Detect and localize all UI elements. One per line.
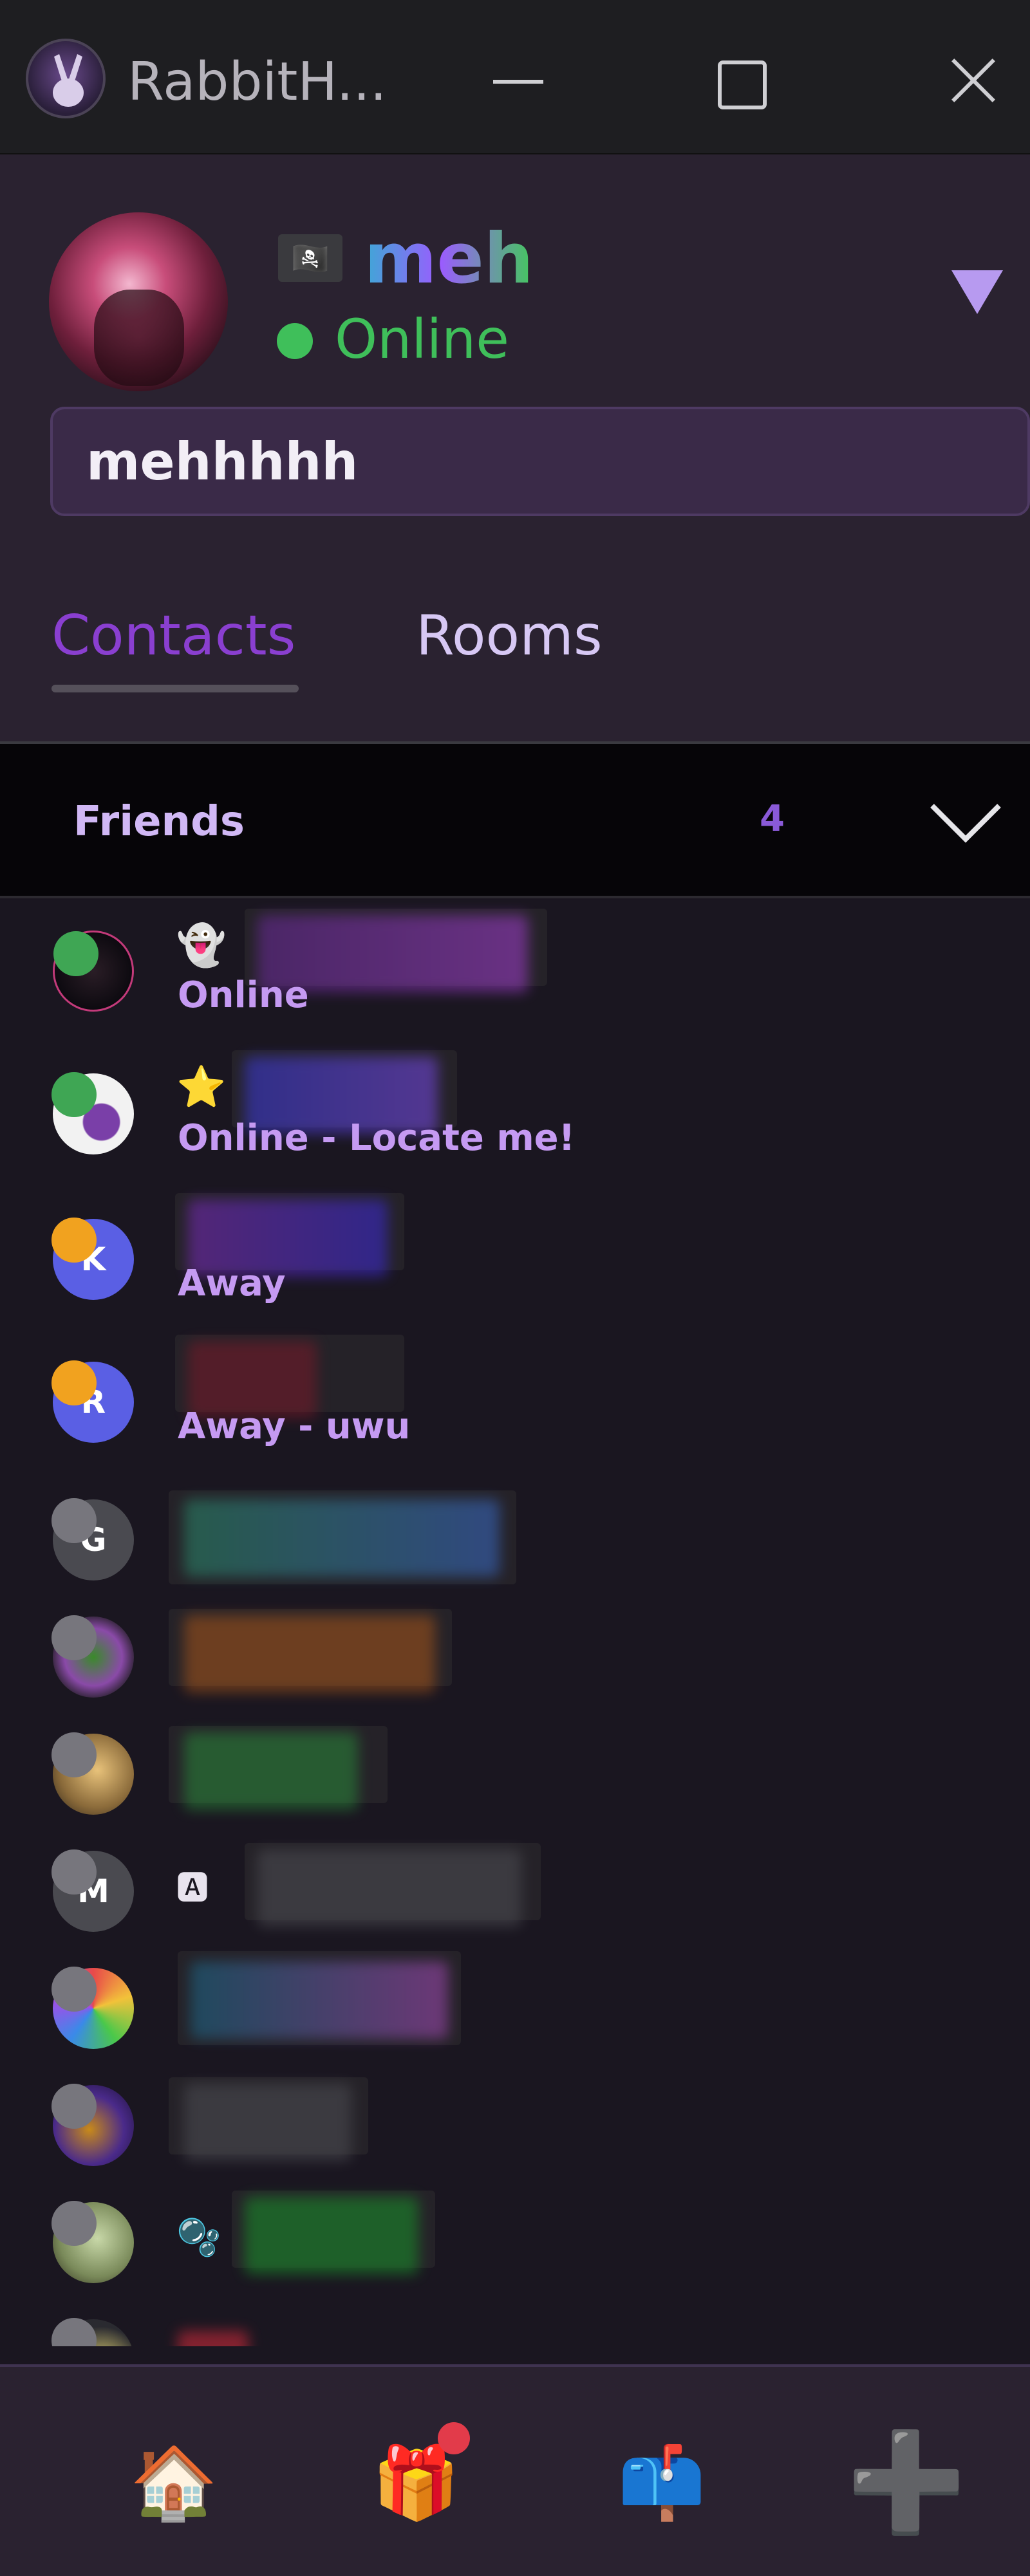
contact-name-blurred bbox=[191, 1961, 448, 2039]
status-dot bbox=[52, 2084, 97, 2129]
contact-name-blurred bbox=[184, 1499, 500, 1577]
contact-name-blurred bbox=[258, 1849, 521, 1927]
ghost-icon: 👻 bbox=[176, 922, 227, 968]
tab-rooms[interactable]: Rooms bbox=[416, 604, 603, 668]
maximize-button[interactable] bbox=[698, 39, 782, 122]
tab-contacts[interactable]: Contacts bbox=[52, 604, 295, 668]
bottom-nav: 🏠 🎁 📫 ➕ bbox=[0, 2364, 1030, 2576]
profile-header: 🏴‍☠️ meh Online mehhhhh Contacts Rooms bbox=[0, 154, 1030, 741]
close-button[interactable] bbox=[930, 39, 1014, 122]
status-dot bbox=[52, 1072, 97, 1117]
contact-avatar bbox=[52, 1732, 134, 1815]
contact-avatar bbox=[52, 2318, 134, 2346]
contact-avatar bbox=[52, 1967, 134, 2049]
contact-avatar bbox=[52, 2084, 134, 2166]
contact-avatar: M bbox=[52, 1849, 134, 1932]
title-bar: RabbitH... bbox=[0, 0, 1030, 154]
bubbles-icon: 🫧 bbox=[176, 2217, 221, 2259]
contact-avatar bbox=[52, 2201, 134, 2283]
window-title: RabbitH... bbox=[127, 51, 387, 113]
contact-avatar bbox=[52, 1072, 134, 1154]
contact-status-text: Online bbox=[178, 974, 309, 1016]
active-tab-indicator bbox=[52, 685, 299, 692]
status-dot bbox=[52, 2201, 97, 2246]
friends-online-count: 4 bbox=[760, 798, 785, 840]
status-dot bbox=[52, 1615, 97, 1660]
username: meh bbox=[364, 219, 534, 299]
minimize-button[interactable] bbox=[476, 39, 560, 122]
status-dot bbox=[52, 1967, 97, 2012]
status-dot bbox=[52, 1360, 97, 1405]
status-dot bbox=[52, 1849, 97, 1895]
contact-status-text: Online - Locate me! bbox=[178, 1117, 576, 1159]
contact-avatar bbox=[53, 931, 134, 1012]
contact-status-text: Away bbox=[178, 1263, 286, 1304]
mailbox-icon[interactable]: 📫 bbox=[617, 2438, 707, 2528]
contact-avatar: R bbox=[52, 1360, 134, 1443]
friends-group-header[interactable]: Friends 4 bbox=[0, 741, 1030, 898]
status-dot bbox=[52, 1498, 97, 1543]
status-dot bbox=[52, 2318, 97, 2346]
status-dot bbox=[53, 931, 98, 976]
notification-badge bbox=[438, 2422, 470, 2454]
profile-dropdown-icon[interactable] bbox=[951, 270, 1003, 314]
contact-avatar: G bbox=[52, 1498, 134, 1580]
friends-label: Friends bbox=[73, 798, 245, 846]
user-avatar[interactable] bbox=[49, 212, 228, 391]
online-status-icon bbox=[277, 323, 313, 359]
a-button-icon: 🅰 bbox=[176, 1869, 209, 1907]
star-icon: ⭐ bbox=[176, 1063, 227, 1110]
status-text[interactable]: Online bbox=[335, 308, 509, 371]
add-icon[interactable]: ➕ bbox=[847, 2427, 967, 2539]
contact-list[interactable]: 👻 Online ⭐ Online - Locate me! K Away R … bbox=[0, 898, 1030, 2346]
contact-avatar: K bbox=[52, 1218, 134, 1300]
contact-name-blurred bbox=[245, 2197, 418, 2274]
rabbit-icon bbox=[26, 39, 106, 118]
contact-avatar bbox=[52, 1615, 134, 1698]
contact-name-blurred bbox=[184, 1615, 435, 1692]
home-icon[interactable]: 🏠 bbox=[129, 2438, 219, 2528]
contact-name-blurred bbox=[178, 2331, 248, 2346]
contact-name-blurred bbox=[184, 1732, 358, 1810]
status-message-input[interactable]: mehhhhh bbox=[50, 407, 1030, 516]
status-dot bbox=[52, 1218, 97, 1263]
contact-status-text: Away - uwu bbox=[178, 1405, 411, 1447]
contact-name-blurred bbox=[184, 2084, 351, 2161]
chevron-down-icon[interactable] bbox=[927, 783, 1004, 860]
pirate-flag-icon: 🏴‍☠️ bbox=[278, 234, 342, 282]
status-dot bbox=[52, 1732, 97, 1777]
